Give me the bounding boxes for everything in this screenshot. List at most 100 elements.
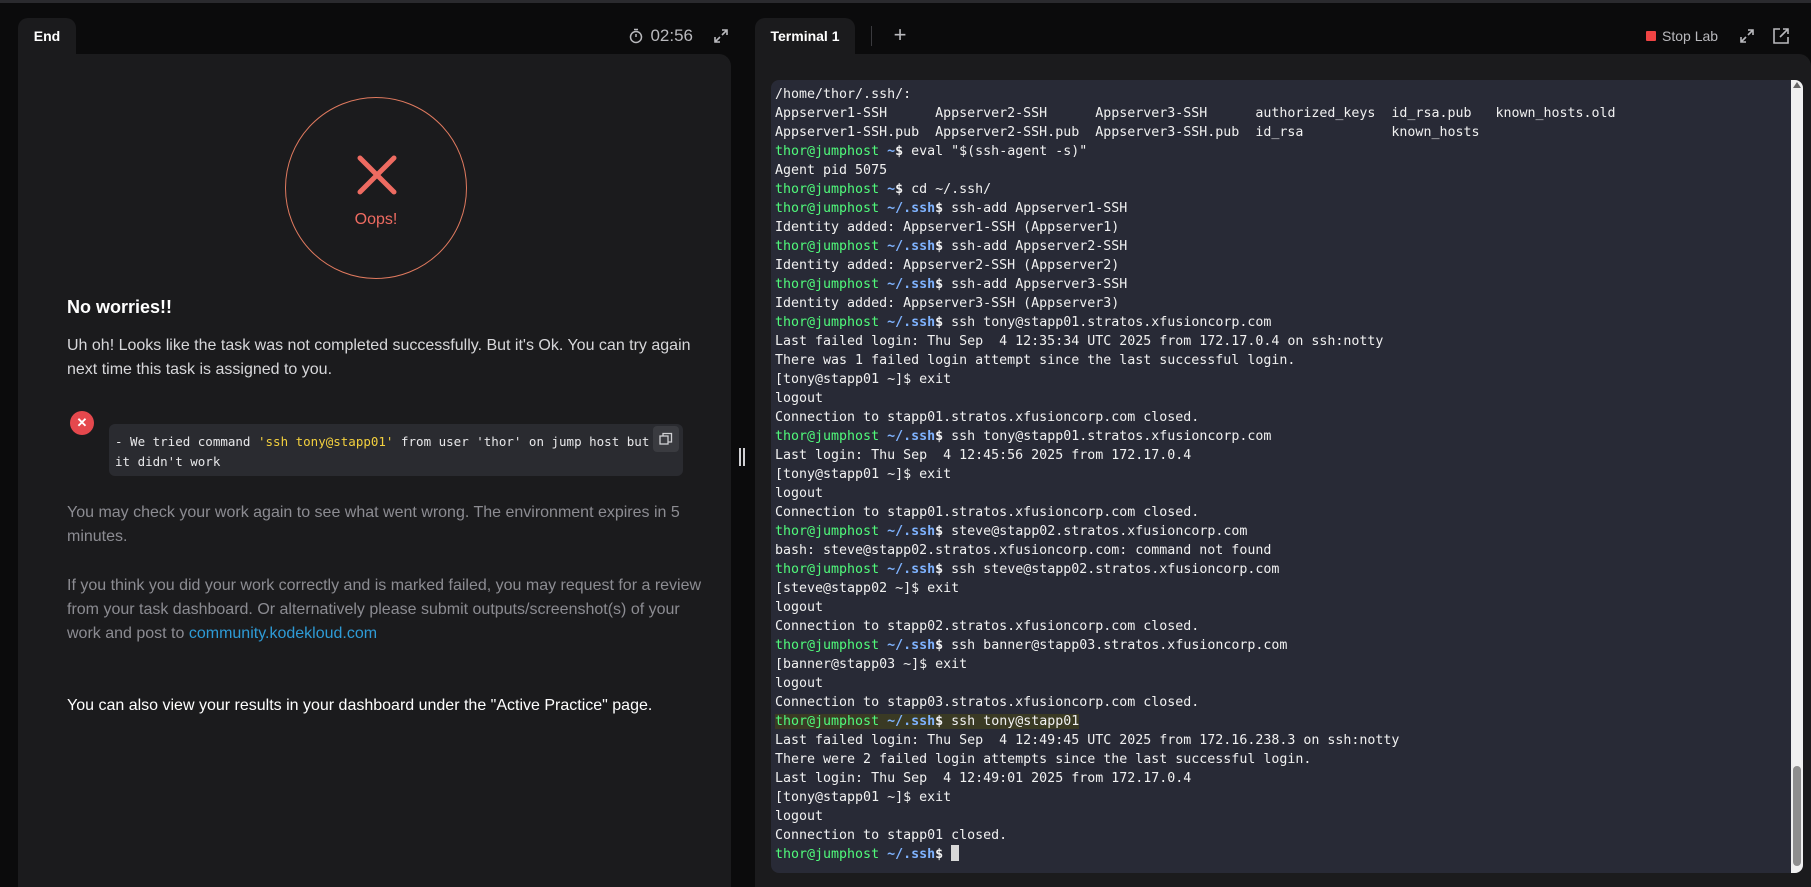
- prompt-user: thor@jumphost: [775, 277, 880, 292]
- terminal-output-line: Connection to stapp01 closed.: [775, 828, 1008, 843]
- stop-lab-button[interactable]: Stop Lab: [1646, 26, 1718, 46]
- stop-icon: [1646, 31, 1656, 41]
- scroll-up-arrow[interactable]: [1793, 82, 1801, 88]
- terminal-output-line: [tony@stapp01 ~]$ exit: [775, 790, 952, 805]
- terminal-prompt-line: thor@jumphost ~/.ssh$ ssh steve@stapp02.…: [775, 560, 1781, 579]
- terminal-output-line: logout: [775, 600, 824, 615]
- error-command: 'ssh tony@stapp01': [258, 434, 394, 449]
- prompt-dir: ~/.ssh: [887, 315, 936, 330]
- fail-x-icon: [357, 155, 397, 195]
- prompt-dir: ~/.ssh: [887, 201, 936, 216]
- oops-badge: Oops!: [285, 97, 467, 279]
- tab-end[interactable]: End: [18, 18, 76, 54]
- copy-button[interactable]: [653, 426, 679, 452]
- terminal-output-line: bash: steve@stapp02.stratos.xfusioncorp.…: [775, 543, 1272, 558]
- terminal-prompt-line: thor@jumphost ~/.ssh$ ssh-add Appserver1…: [775, 199, 1781, 218]
- prompt-user: thor@jumphost: [775, 239, 880, 254]
- terminal-scrollbar[interactable]: [1791, 80, 1803, 873]
- terminal-prompt-line: thor@jumphost ~/.ssh$ ssh tony@stapp01.s…: [775, 427, 1781, 446]
- terminal-output-line: There was 1 failed login attempt since t…: [775, 353, 1296, 368]
- prompt-dir: ~/.ssh: [887, 524, 936, 539]
- terminal-output-line: Identity added: Appserver2-SSH (Appserve…: [775, 258, 1120, 273]
- terminal-output-line: Appserver1-SSH.pub Appserver2-SSH.pub Ap…: [775, 125, 1480, 140]
- prompt-command: eval "$(ssh-agent -s)": [903, 144, 1088, 159]
- terminal-output-line: Appserver1-SSH Appserver2-SSH Appserver3…: [775, 106, 1616, 121]
- prompt-sign: $: [935, 638, 944, 653]
- prompt-command: ssh tony@stapp01.stratos.xfusioncorp.com: [943, 429, 1272, 444]
- expand-icon[interactable]: [711, 26, 731, 46]
- terminal-prompt-line: thor@jumphost ~$ cd ~/.ssh/: [775, 180, 1781, 199]
- error-icon: ✕: [70, 411, 94, 435]
- timer-value: 02:56: [650, 26, 693, 45]
- review-text: If you think you did your work correctly…: [67, 577, 702, 642]
- prompt-dir: ~/.ssh: [887, 277, 936, 292]
- terminal-cursor: [951, 845, 960, 861]
- prompt-sign: $: [935, 315, 944, 330]
- add-tab-button[interactable]: +: [887, 23, 913, 49]
- dashboard-note: You can also view your results in your d…: [67, 697, 653, 714]
- prompt-command: [943, 847, 951, 862]
- terminal-output-line: Last login: Thu Sep 4 12:49:01 2025 from…: [775, 771, 1192, 786]
- copy-icon: [659, 432, 673, 445]
- result-body: Oops! No worries!! Uh oh! Looks like the…: [18, 54, 731, 887]
- prompt-dir: ~/.ssh: [887, 429, 936, 444]
- terminal-output-line: Identity added: Appserver1-SSH (Appserve…: [775, 220, 1120, 235]
- panel-resize-handle[interactable]: [739, 448, 747, 466]
- scroll-thumb[interactable]: [1793, 766, 1801, 866]
- result-tabbar: End 02:56: [18, 18, 731, 54]
- terminal-output-line: /home/thor/.ssh/:: [775, 87, 912, 102]
- terminal-output-line: logout: [775, 809, 824, 824]
- window-top-border: [0, 0, 1811, 3]
- result-heading: No worries!!: [67, 297, 173, 317]
- prompt-command: ssh steve@stapp02.stratos.xfusioncorp.co…: [943, 562, 1280, 577]
- prompt-command: steve@stapp02.stratos.xfusioncorp.com: [943, 524, 1248, 539]
- terminal-prompt-line: thor@jumphost ~/.ssh$ ssh tony@stapp01.s…: [775, 313, 1781, 332]
- terminal-output-line: [banner@stapp03 ~]$ exit: [775, 657, 968, 672]
- terminal-screen[interactable]: /home/thor/.ssh/: Appserver1-SSH Appserve…: [771, 80, 1803, 873]
- prompt-user: thor@jumphost: [775, 201, 880, 216]
- prompt-command: ssh-add Appserver3-SSH: [943, 277, 1128, 292]
- terminal-output-line: [steve@stapp02 ~]$ exit: [775, 581, 960, 596]
- community-link[interactable]: community.kodekloud.com: [189, 625, 377, 642]
- prompt-sign: $: [895, 144, 904, 159]
- result-panel: End 02:56 Oops! No worries!! Uh oh! Look…: [18, 18, 731, 887]
- stop-lab-label: Stop Lab: [1662, 28, 1719, 44]
- expand-icon[interactable]: [1737, 26, 1757, 46]
- prompt-sign: $: [935, 714, 944, 729]
- terminal-output-line: logout: [775, 676, 824, 691]
- prompt-command: ssh-add Appserver2-SSH: [943, 239, 1128, 254]
- prompt-dir: ~/.ssh: [887, 638, 936, 653]
- prompt-command: ssh tony@stapp01: [943, 714, 1080, 729]
- prompt-sign: $: [935, 847, 944, 862]
- terminal-prompt-line: thor@jumphost ~/.ssh$ ssh banner@stapp03…: [775, 636, 1781, 655]
- oops-text: Oops!: [354, 211, 398, 228]
- tab-terminal-1[interactable]: Terminal 1: [755, 18, 855, 54]
- error-line-1: - We tried command 'ssh tony@stapp01' fr…: [115, 432, 673, 452]
- prompt-dir: ~: [887, 182, 896, 197]
- terminal-output-line: Identity added: Appserver3-SSH (Appserve…: [775, 296, 1120, 311]
- terminal-output-line: logout: [775, 391, 824, 406]
- prompt-sign: $: [935, 429, 944, 444]
- prompt-dir: ~/.ssh: [887, 714, 936, 729]
- terminal-prompt-line: thor@jumphost ~/.ssh$ ssh-add Appserver3…: [775, 275, 1781, 294]
- prompt-user: thor@jumphost: [775, 638, 880, 653]
- prompt-dir: ~/.ssh: [887, 562, 936, 577]
- expiry-note: You may check your work again to see wha…: [67, 504, 680, 545]
- prompt-dir: ~/.ssh: [887, 847, 936, 862]
- prompt-sign: $: [895, 182, 904, 197]
- external-link-icon[interactable]: [1771, 26, 1791, 46]
- error-prefix: - We tried command: [115, 434, 258, 449]
- prompt-sign: $: [935, 201, 944, 216]
- terminal-output-line: Connection to stapp03.stratos.xfusioncor…: [775, 695, 1200, 710]
- terminal-prompt-line: thor@jumphost ~$ eval "$(ssh-agent -s)": [775, 142, 1781, 161]
- prompt-command: ssh tony@stapp01.stratos.xfusioncorp.com: [943, 315, 1272, 330]
- terminal-prompt-line: thor@jumphost ~/.ssh$ ssh tony@stapp01: [775, 712, 1781, 731]
- terminal-output-line: [tony@stapp01 ~]$ exit: [775, 372, 952, 387]
- timer: 02:56: [628, 24, 693, 48]
- prompt-dir: ~: [887, 144, 896, 159]
- prompt-user: thor@jumphost: [775, 315, 880, 330]
- terminal-prompt-line: thor@jumphost ~/.ssh$ steve@stapp02.stra…: [775, 522, 1781, 541]
- review-note: If you think you did your work correctly…: [67, 574, 707, 646]
- prompt-dir: ~/.ssh: [887, 239, 936, 254]
- terminal-output-line: Connection to stapp01.stratos.xfusioncor…: [775, 410, 1200, 425]
